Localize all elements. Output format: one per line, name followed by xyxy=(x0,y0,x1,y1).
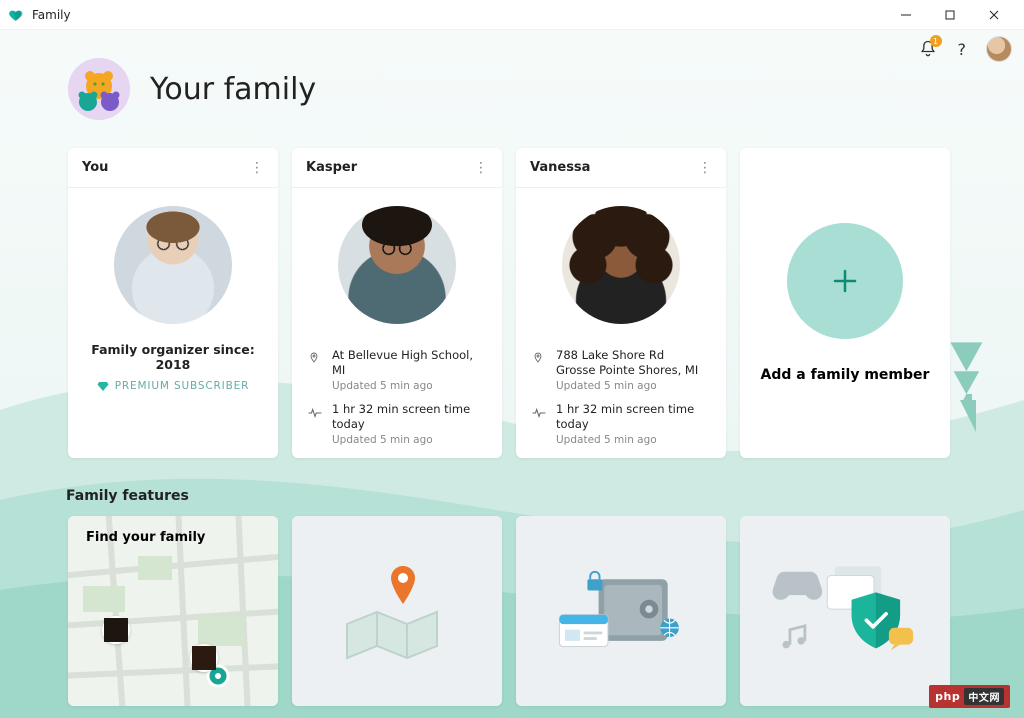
organizer-since-label: Family organizer since: 2018 xyxy=(82,342,264,372)
premium-label: PREMIUM SUBSCRIBER xyxy=(115,380,250,392)
topbar: 1 ? xyxy=(918,36,1013,62)
feature-card-safety[interactable] xyxy=(516,516,726,706)
member-name: You xyxy=(82,160,108,175)
watermark-suffix: 中文网 xyxy=(964,688,1004,705)
plus-circle-icon xyxy=(787,223,903,339)
location-row: At Bellevue High School, MI Updated 5 mi… xyxy=(308,348,486,392)
location-text: At Bellevue High School, MI xyxy=(332,348,486,378)
watermark-brand: php xyxy=(935,690,960,703)
app-title: Family xyxy=(32,8,884,22)
member-card-you[interactable]: You ⋮ Family organizer since: 2018 PREMI… xyxy=(68,148,278,458)
feature-title: Find your family xyxy=(86,530,205,545)
chat-icon xyxy=(889,628,913,650)
page-title: Your family xyxy=(150,72,316,107)
location-illustration xyxy=(292,516,502,706)
close-button[interactable] xyxy=(972,0,1016,30)
help-button[interactable]: ? xyxy=(958,40,967,59)
feature-card-location[interactable] xyxy=(292,516,502,706)
member-card-kasper[interactable]: Kasper ⋮ At Bellevue High School, MI Upd… xyxy=(292,148,502,458)
more-options-button[interactable]: ⋮ xyxy=(250,166,264,170)
game-controller-icon xyxy=(773,572,823,600)
page-header: Your family xyxy=(68,30,990,120)
window-controls xyxy=(884,0,1016,30)
screentime-text: 1 hr 32 min screen time today xyxy=(556,402,710,432)
location-pin-icon xyxy=(532,348,546,392)
screentime-updated: Updated 5 min ago xyxy=(332,434,486,446)
location-pin-icon xyxy=(308,348,322,392)
more-options-button[interactable]: ⋮ xyxy=(698,166,712,170)
notifications-button[interactable]: 1 xyxy=(918,39,938,59)
location-updated: Updated 5 min ago xyxy=(556,380,698,392)
app-icon xyxy=(8,7,24,23)
watermark-badge: php 中文网 xyxy=(929,685,1010,708)
maximize-button[interactable] xyxy=(928,0,972,30)
add-member-label: Add a family member xyxy=(761,367,930,383)
feature-card-entertainment[interactable] xyxy=(740,516,950,706)
screentime-row: 1 hr 32 min screen time today Updated 5 … xyxy=(532,402,710,446)
entertainment-illustration xyxy=(740,516,950,706)
feature-card-find-family[interactable]: Find your family xyxy=(68,516,278,706)
location-text-line1: 788 Lake Shore Rd xyxy=(556,348,698,363)
member-cards-row: You ⋮ Family organizer since: 2018 PREMI… xyxy=(68,148,990,458)
title-bar: Family xyxy=(0,0,1024,30)
activity-icon xyxy=(308,402,322,446)
location-updated: Updated 5 min ago xyxy=(332,380,486,392)
screentime-text: 1 hr 32 min screen time today xyxy=(332,402,486,432)
map-pin-icon xyxy=(391,566,415,604)
diamond-icon xyxy=(97,380,109,392)
client-area: 1 ? xyxy=(0,30,1024,718)
member-avatar xyxy=(562,206,680,324)
location-text-line2: Grosse Pointe Shores, MI xyxy=(556,363,698,378)
screentime-updated: Updated 5 min ago xyxy=(556,434,710,446)
activity-icon xyxy=(532,402,546,446)
member-avatar xyxy=(114,206,232,324)
minimize-button[interactable] xyxy=(884,0,928,30)
more-options-button[interactable]: ⋮ xyxy=(474,166,488,170)
map-avatar-vanessa xyxy=(190,644,218,672)
map-avatar-kasper xyxy=(102,616,130,644)
features-row: Find your family xyxy=(68,516,990,706)
features-section-title: Family features xyxy=(66,488,990,504)
lock-icon xyxy=(587,572,602,591)
music-note-icon xyxy=(782,626,804,648)
current-user-avatar[interactable] xyxy=(986,36,1012,62)
safety-illustration xyxy=(516,516,726,706)
premium-badge: PREMIUM SUBSCRIBER xyxy=(97,380,250,392)
family-logo-icon xyxy=(68,58,130,120)
member-avatar xyxy=(338,206,456,324)
member-card-vanessa[interactable]: Vanessa ⋮ 788 Lake Shore Rd Grosse Point… xyxy=(516,148,726,458)
add-member-card[interactable]: Add a family member xyxy=(740,148,950,458)
location-row: 788 Lake Shore Rd Grosse Pointe Shores, … xyxy=(532,348,710,392)
member-name: Kasper xyxy=(306,160,357,175)
member-name: Vanessa xyxy=(530,160,590,175)
notification-badge: 1 xyxy=(930,35,942,47)
screentime-row: 1 hr 32 min screen time today Updated 5 … xyxy=(308,402,486,446)
